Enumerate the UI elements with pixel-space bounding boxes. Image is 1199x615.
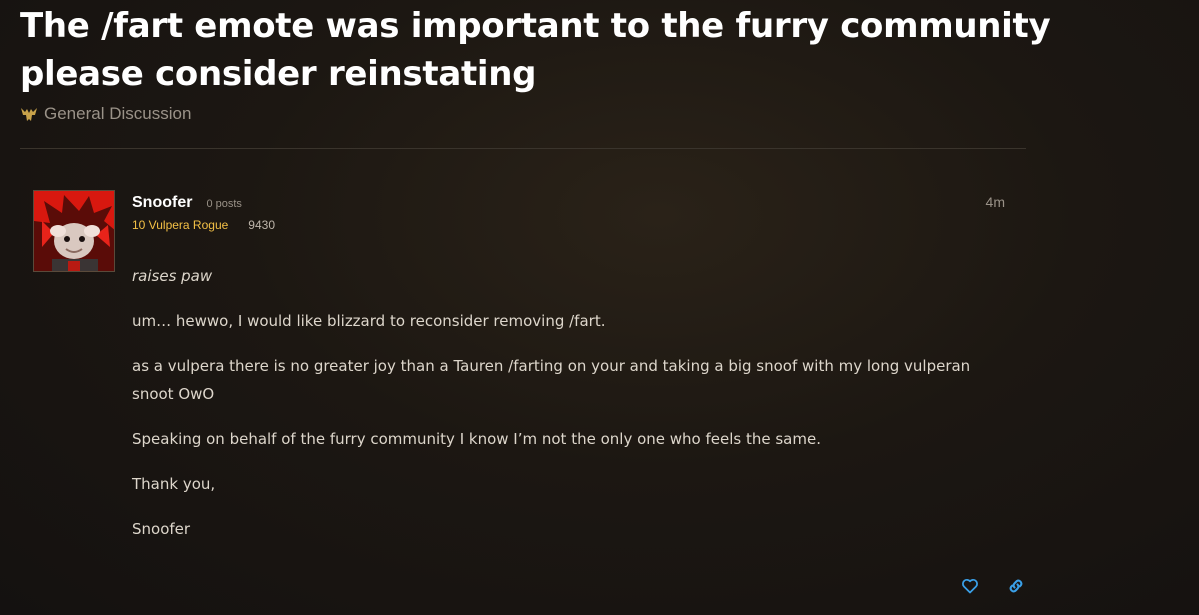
like-button[interactable] (960, 576, 980, 596)
post-paragraph: raises paw (132, 267, 213, 285)
category-label: General Discussion (44, 104, 192, 123)
category-link[interactable]: General Discussion (20, 104, 1180, 124)
post-count: 0 posts (206, 198, 242, 210)
post-paragraph: as a vulpera there is no greater joy tha… (132, 357, 971, 403)
topic-header: The /fart emote was important to the fur… (20, 2, 1180, 124)
timestamp[interactable]: 4m (986, 194, 1005, 210)
topic-title: The /fart emote was important to the fur… (20, 6, 1051, 94)
post-paragraph: Thank you, (132, 475, 216, 493)
avatar[interactable] (33, 190, 115, 272)
horde-icon (20, 106, 38, 122)
share-link-button[interactable] (1006, 576, 1026, 596)
post-paragraph: um… hewwo, I would like blizzard to reco… (132, 312, 606, 330)
achievement-points: 9430 (248, 218, 275, 232)
post-paragraph: Speaking on behalf of the furry communit… (132, 430, 821, 448)
author-name[interactable]: Snoofer (132, 194, 192, 212)
character-line: 10 Vulpera Rogue 9430 (132, 218, 275, 232)
heart-icon (962, 578, 978, 594)
post-actions (960, 576, 1026, 596)
author-block: Snoofer 0 posts 10 Vulpera Rogue 9430 (132, 194, 275, 232)
link-icon (1009, 579, 1023, 593)
author-line: Snoofer 0 posts (132, 194, 275, 212)
post-paragraph: Snoofer (132, 520, 191, 538)
post-body: raises paw um… hewwo, I would like blizz… (132, 262, 1012, 560)
divider (20, 148, 1026, 149)
character-name[interactable]: 10 Vulpera Rogue (132, 218, 228, 232)
